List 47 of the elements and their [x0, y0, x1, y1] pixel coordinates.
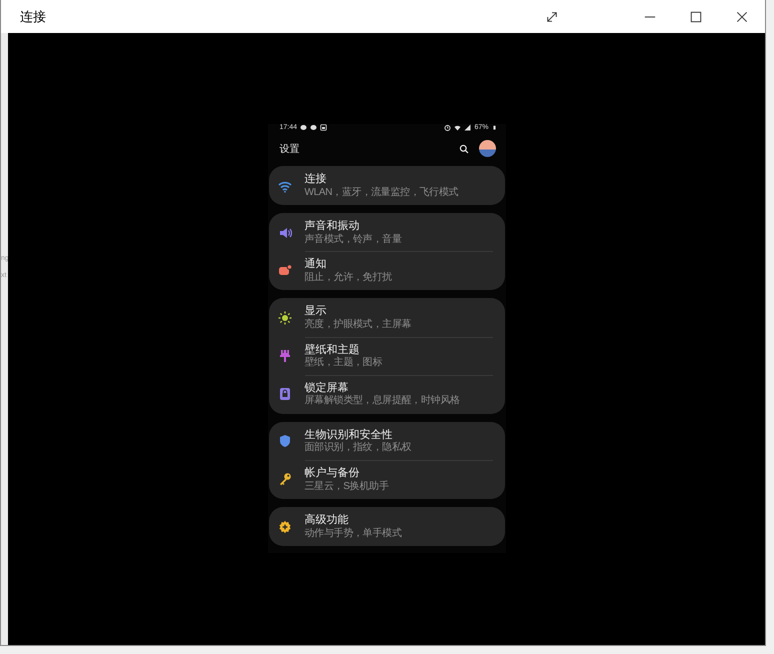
- avatar[interactable]: [478, 140, 496, 157]
- settings-item[interactable]: 连接 WLAN，蓝牙，流量监控，飞行模式: [268, 167, 504, 204]
- image-icon: [320, 124, 328, 131]
- settings-item[interactable]: 生物识别和安全性 面部识别，指纹，隐私权: [268, 422, 504, 460]
- battery-icon: [492, 124, 496, 131]
- setting-summary: 亮度，护眼模式，主屏幕: [304, 319, 412, 331]
- settings-item[interactable]: 高级功能 动作与手势，单手模式: [268, 508, 504, 546]
- setting-summary: 三星云，S换机助手: [304, 480, 390, 492]
- key-icon: [278, 472, 292, 486]
- settings-item[interactable]: 帐户与备份 三星云，S换机助手: [268, 460, 504, 498]
- setting-title: 帐户与备份: [304, 466, 360, 480]
- search-icon[interactable]: [458, 144, 468, 154]
- signal-icon: [464, 124, 472, 131]
- settings-item[interactable]: 显示 亮度，护眼模式，主屏幕: [268, 299, 504, 337]
- setting-summary: 面部识别，指纹，隐私权: [304, 442, 412, 454]
- setting-title: 连接: [304, 173, 328, 186]
- shield-icon: [278, 434, 292, 448]
- setting-summary: 声音模式，铃声，音量: [304, 234, 403, 246]
- settings-item[interactable]: 壁纸和主题 壁纸，主题，图标: [268, 336, 504, 375]
- window-title: 连接: [19, 8, 47, 26]
- notification-icon: [278, 263, 292, 278]
- settings-item[interactable]: 锁定屏幕 屏幕解锁类型，息屏提醒，时钟风格: [268, 374, 504, 413]
- setting-summary: WLAN，蓝牙，流量监控，飞行模式: [304, 186, 460, 198]
- setting-title: 生物识别和安全性: [304, 428, 394, 442]
- speaker-icon: [278, 226, 292, 240]
- maximize-icon: [690, 10, 702, 22]
- setting-title: 高级功能: [304, 514, 350, 527]
- setting-title: 锁定屏幕: [304, 382, 350, 394]
- close-icon: [736, 10, 748, 22]
- settings-item[interactable]: 通知 阻止，允许，免打扰: [268, 251, 504, 290]
- setting-title: 声音和振动: [304, 220, 360, 233]
- wifi-icon: [454, 124, 462, 131]
- setting-summary: 阻止，允许，免打扰: [304, 272, 393, 284]
- expand-icon: [546, 10, 558, 22]
- alarm-icon: [444, 124, 452, 131]
- sun-icon: [278, 310, 292, 325]
- setting-summary: 屏幕解锁类型，息屏提醒，时钟风格: [304, 395, 461, 407]
- setting-summary: 壁纸，主题，图标: [304, 357, 384, 369]
- setting-title: 通知: [304, 258, 328, 271]
- lock-icon: [278, 386, 292, 401]
- setting-title: 显示: [304, 305, 328, 318]
- gear-icon: [278, 520, 292, 534]
- brush-icon: [278, 348, 292, 363]
- setting-summary: 动作与手势，单手模式: [304, 528, 403, 540]
- settings-item[interactable]: 声音和振动 声音模式，铃声，音量: [268, 214, 504, 252]
- screen-title: 设置: [280, 142, 300, 156]
- setting-title: 壁纸和主题: [304, 344, 360, 356]
